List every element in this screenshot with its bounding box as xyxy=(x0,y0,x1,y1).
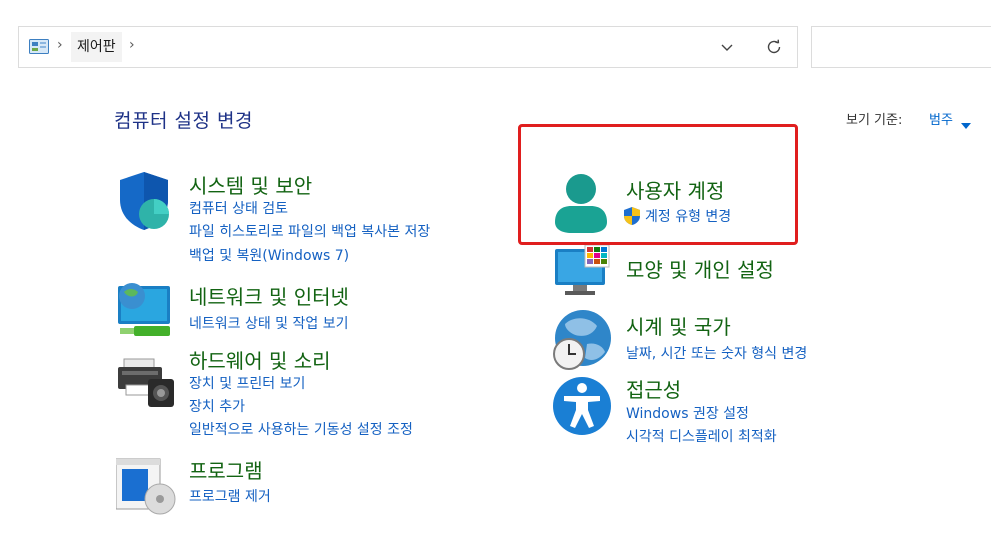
highlight-box xyxy=(518,124,798,245)
link-uninstall-program[interactable]: 프로그램 제거 xyxy=(189,486,271,506)
caret-down-icon[interactable] xyxy=(961,114,971,133)
link-optimize-display[interactable]: 시각적 디스플레이 최적화 xyxy=(626,426,777,446)
network-globe-icon[interactable] xyxy=(116,280,172,342)
category-title[interactable]: 시계 및 국가 xyxy=(626,311,731,340)
link-devices-printers[interactable]: 장치 및 프린터 보기 xyxy=(189,373,305,393)
breadcrumb-control-panel[interactable]: 제어판 xyxy=(71,32,122,62)
view-by-label: 보기 기준: xyxy=(846,113,903,128)
accessibility-icon[interactable] xyxy=(552,374,612,440)
programs-icon[interactable] xyxy=(115,455,176,521)
link-date-time-format[interactable]: 날짜, 시간 또는 숫자 형식 변경 xyxy=(626,343,807,363)
refresh-icon[interactable] xyxy=(765,38,783,60)
chevron-right-icon[interactable]: › xyxy=(129,37,135,53)
link-recommended-settings[interactable]: Windows 권장 설정 xyxy=(626,403,749,423)
chevron-right-icon: › xyxy=(57,37,63,53)
category-title[interactable]: 네트워크 및 인터넷 xyxy=(189,281,349,310)
link-file-history[interactable]: 파일 히스토리로 파일의 백업 복사본 저장 xyxy=(189,221,430,241)
page-title: 컴퓨터 설정 변경 xyxy=(114,110,253,132)
link-add-device[interactable]: 장치 추가 xyxy=(189,396,245,416)
control-panel-icon xyxy=(29,39,49,59)
category-title[interactable]: 프로그램 xyxy=(189,455,263,484)
link-backup-restore[interactable]: 백업 및 복원(Windows 7) xyxy=(189,245,349,265)
view-by-dropdown[interactable]: 범주 xyxy=(929,109,953,128)
monitor-personalize-icon[interactable] xyxy=(553,244,611,303)
chevron-down-icon[interactable] xyxy=(719,39,735,59)
link-network-status[interactable]: 네트워크 상태 및 작업 보기 xyxy=(189,313,348,333)
shield-icon[interactable] xyxy=(116,170,172,236)
category-title[interactable]: 하드웨어 및 소리 xyxy=(189,345,331,374)
clock-globe-icon[interactable] xyxy=(551,308,613,376)
search-input[interactable] xyxy=(811,26,991,68)
link-mobility-settings[interactable]: 일반적으로 사용하는 기동성 설정 조정 xyxy=(189,419,413,439)
address-bar[interactable]: › 제어판 › xyxy=(18,26,798,68)
category-title[interactable]: 모양 및 개인 설정 xyxy=(626,254,774,283)
category-title[interactable]: 접근성 xyxy=(626,374,681,403)
link-review-status[interactable]: 컴퓨터 상태 검토 xyxy=(189,198,288,218)
category-title[interactable]: 시스템 및 보안 xyxy=(189,170,312,199)
printer-icon[interactable] xyxy=(116,345,176,415)
